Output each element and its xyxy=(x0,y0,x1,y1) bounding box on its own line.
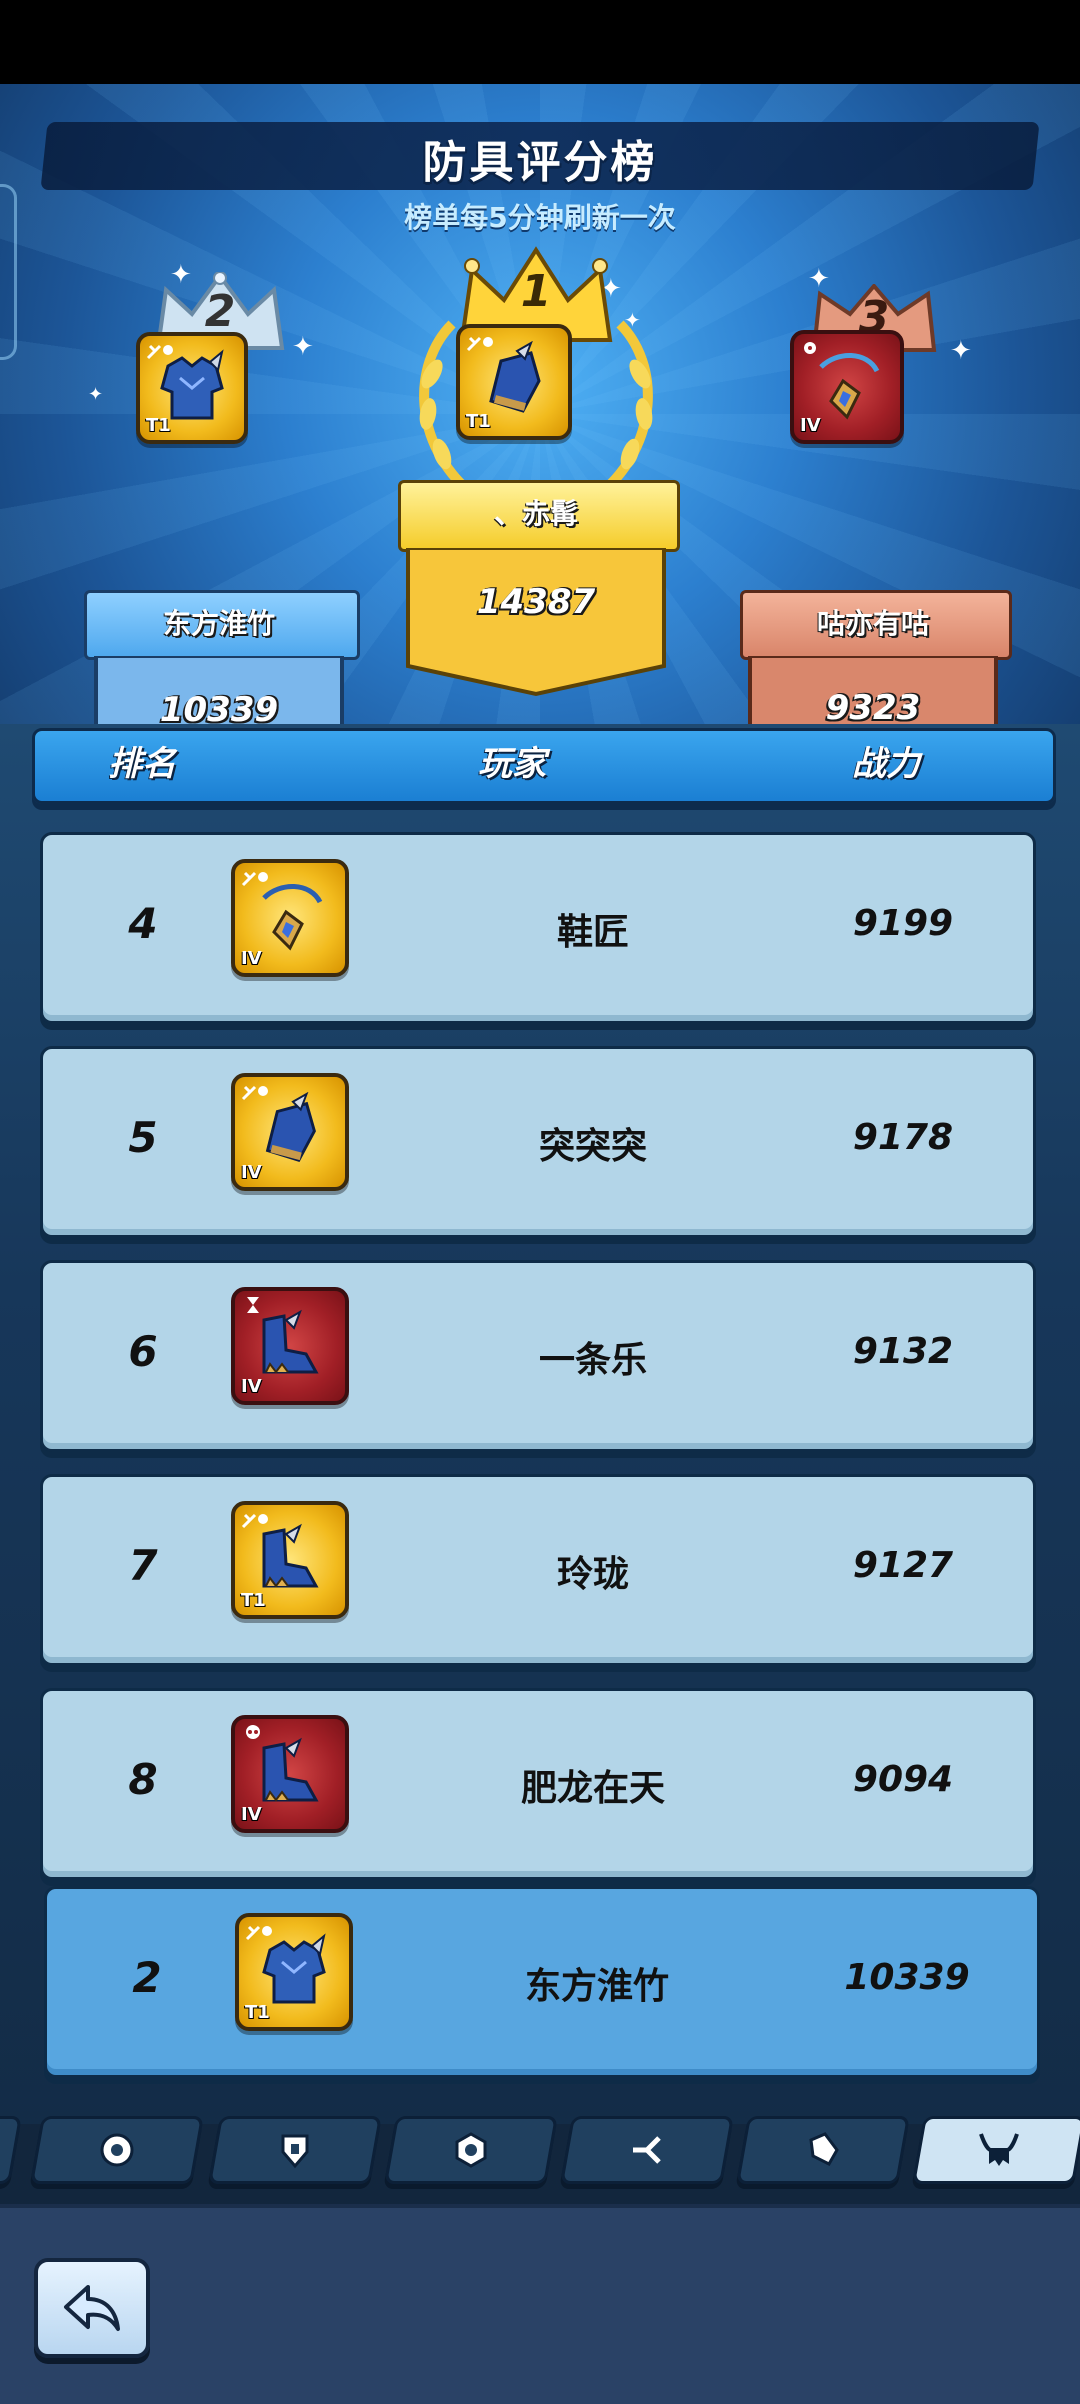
row-player-name: 东方淮竹 xyxy=(524,1966,669,2007)
row-item-frame[interactable]: IV xyxy=(231,859,349,977)
row-rank: 7 xyxy=(128,1541,158,1590)
orb-icon xyxy=(100,2133,134,2167)
table-row[interactable]: 5 IV 突突突 9178 xyxy=(40,1046,1036,1238)
podium-pedestal xyxy=(406,548,666,697)
tier-badge: IV xyxy=(241,1162,262,1183)
sword-skull-icon xyxy=(241,871,268,887)
row-rank: 4 xyxy=(128,899,158,948)
tab-orb[interactable] xyxy=(0,2116,22,2184)
podium-rank-3[interactable]: 3 IV 咕亦有咕 9323 xyxy=(736,284,1012,724)
row-player-name: 鞋匠 xyxy=(556,912,629,953)
row-player-name: 肥龙在天 xyxy=(520,1768,665,1809)
back-button[interactable] xyxy=(34,2258,150,2358)
sword-skull-icon xyxy=(466,336,493,352)
emblem-icon xyxy=(455,2132,487,2168)
column-header-power: 战力 xyxy=(852,744,920,784)
podium-score: 14387 xyxy=(476,582,596,622)
tier-badge: IV xyxy=(241,1376,262,1397)
podium-rank-label: 1 xyxy=(520,266,552,317)
my-rank-row[interactable]: 2 T1 东方淮竹 10339 xyxy=(44,1886,1040,2078)
split-arrow-icon xyxy=(633,2136,661,2164)
tier-badge: T1 xyxy=(245,2002,270,2023)
sword-skull-icon xyxy=(146,344,173,360)
podium-item-frame[interactable]: T1 xyxy=(456,324,572,440)
tier-badge: IV xyxy=(241,948,262,969)
podium-item-frame[interactable]: IV xyxy=(790,330,904,444)
row-item-frame[interactable]: IV xyxy=(231,1287,349,1405)
sword-skull-icon xyxy=(241,1513,268,1529)
back-arrow-icon xyxy=(64,2285,120,2331)
tab-split-arrow[interactable] xyxy=(560,2116,734,2184)
column-header-player: 玩家 xyxy=(478,744,546,784)
tab-orb[interactable] xyxy=(30,2116,204,2184)
row-rank: 2 xyxy=(132,1953,162,2002)
podium-rank-2[interactable]: 2 T1 东方淮竹 10339 xyxy=(84,272,360,724)
tier-badge: T1 xyxy=(466,411,491,432)
page-title: 防具评分榜 xyxy=(422,137,658,188)
status-bar xyxy=(0,0,1080,84)
tab-helmet[interactable] xyxy=(912,2116,1080,2184)
row-item-frame[interactable]: IV xyxy=(231,1073,349,1191)
boots-icon xyxy=(262,1523,319,1588)
tab-glove[interactable] xyxy=(736,2116,910,2184)
row-item-frame[interactable]: T1 xyxy=(235,1913,353,2031)
sword-skull-icon xyxy=(245,1925,272,1941)
glove-icon xyxy=(809,2132,839,2166)
row-item-frame[interactable]: IV xyxy=(231,1715,349,1833)
row-power: 9132 xyxy=(852,1331,954,1372)
podium-rank-1[interactable]: 1 T1 、赤髯 14387 xyxy=(398,244,680,724)
amulet-icon xyxy=(262,884,323,951)
boots-icon xyxy=(262,1737,319,1802)
podium-player-name: 咕亦有咕 xyxy=(816,607,929,640)
row-power: 9178 xyxy=(852,1117,954,1158)
row-player-name: 突突突 xyxy=(538,1126,647,1167)
podium-player-name: 、赤髯 xyxy=(493,497,578,530)
podium-score: 10339 xyxy=(159,690,279,724)
podium-score: 9323 xyxy=(825,688,921,724)
gauntlet-icon xyxy=(265,1092,316,1163)
podium-rank-label: 2 xyxy=(204,286,236,337)
table-row[interactable]: 6 IV 一条乐 9132 xyxy=(40,1260,1036,1452)
row-player-name: 一条乐 xyxy=(538,1340,647,1381)
bottom-nav-bar xyxy=(0,2204,1080,2404)
row-power: 9127 xyxy=(852,1545,954,1586)
horned-helmet-icon xyxy=(979,2133,1019,2166)
tier-badge: T1 xyxy=(146,415,171,436)
gear-icon xyxy=(804,342,816,354)
row-item-frame[interactable]: T1 xyxy=(231,1501,349,1619)
hourglass-icon xyxy=(247,1297,259,1313)
boots-icon xyxy=(262,1309,319,1374)
column-header-rank: 排名 xyxy=(108,744,176,784)
refresh-notice: 榜单每5分钟刷新一次 xyxy=(404,201,676,234)
tab-emblem[interactable] xyxy=(384,2116,558,2184)
row-rank: 8 xyxy=(128,1755,158,1804)
row-rank: 6 xyxy=(128,1327,158,1376)
table-row[interactable]: 4 IV 鞋匠 9199 xyxy=(40,832,1036,1024)
row-power: 10339 xyxy=(844,1957,970,1998)
sword-skull-icon xyxy=(241,1085,268,1101)
podium-item-frame[interactable]: T1 xyxy=(136,332,248,444)
table-row[interactable]: 8 IV 肥龙在天 9094 xyxy=(40,1688,1036,1880)
tab-shield-hand[interactable] xyxy=(208,2116,382,2184)
tier-badge: IV xyxy=(800,415,821,436)
row-rank: 5 xyxy=(128,1113,158,1162)
chest-armor-icon xyxy=(262,1933,326,2004)
leaderboard-hero: 防具评分榜 榜单每5分钟刷新一次 ✦ ✦ ✦ ✦ ✦ ✦ ✦ 2 T1 东方淮竹… xyxy=(0,84,1080,724)
tier-badge: T1 xyxy=(241,1590,266,1611)
row-power: 9199 xyxy=(852,903,954,944)
podium-player-name: 东方淮竹 xyxy=(162,607,275,640)
skull-icon xyxy=(246,1725,260,1739)
table-row[interactable]: 7 T1 玲珑 9127 xyxy=(40,1474,1036,1666)
row-player-name: 玲珑 xyxy=(556,1554,629,1595)
tier-badge: IV xyxy=(241,1804,262,1825)
row-power: 9094 xyxy=(852,1759,954,1800)
shield-hand-icon xyxy=(281,2134,309,2169)
